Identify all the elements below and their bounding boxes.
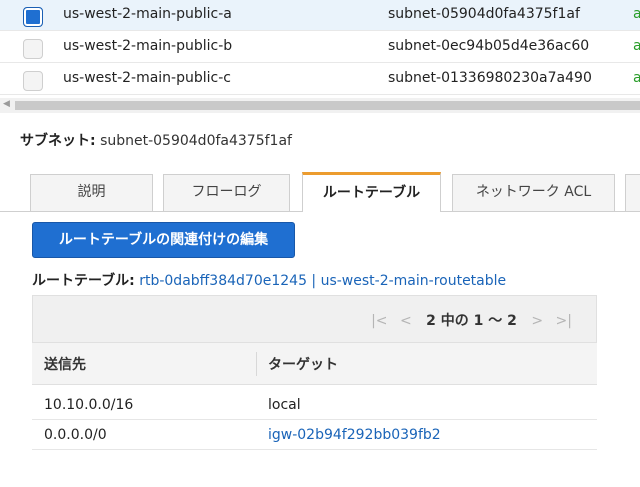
- route-destination: 0.0.0.0/0: [44, 427, 107, 443]
- route-table-label: ルートテーブル:: [32, 273, 135, 289]
- subnet-name: us-west-2-main-public-c: [63, 70, 231, 86]
- subnet-id: subnet-0ec94b05d4e36ac60: [388, 38, 590, 54]
- subnet-name: us-west-2-main-public-a: [63, 6, 232, 22]
- subnet-state-truncated: a: [633, 38, 640, 54]
- scrollbar-thumb[interactable]: [15, 101, 640, 110]
- tab-description[interactable]: 説明: [30, 174, 153, 211]
- column-header-destination[interactable]: 送信先: [44, 354, 86, 374]
- column-header-target[interactable]: ターゲット: [268, 354, 338, 374]
- subnet-heading-label: サブネット:: [20, 133, 96, 149]
- subnet-name: us-west-2-main-public-b: [63, 38, 233, 54]
- next-page-icon[interactable]: >: [531, 313, 543, 329]
- pagination-bar: |< < 2 中の 1 ～ 2 > >|: [32, 295, 597, 343]
- page-count: 2 中の 1 ～ 2: [426, 313, 517, 329]
- route-table-line: ルートテーブル: rtb-0dabff384d70e1245 | us-west…: [32, 270, 506, 290]
- pagination: |< < 2 中の 1 ～ 2 > >|: [367, 310, 576, 330]
- tab-flow-logs[interactable]: フローログ: [163, 174, 290, 211]
- table-row: 0.0.0.0/0 igw-02b94f292bb039fb2: [32, 420, 597, 450]
- subnet-id: subnet-01336980230a7a490: [388, 70, 592, 86]
- subnet-row[interactable]: us-west-2-main-public-b subnet-0ec94b05d…: [0, 32, 640, 63]
- column-divider[interactable]: [256, 352, 257, 376]
- tab-route-table[interactable]: ルートテーブル: [302, 172, 441, 212]
- table-header: 送信先 ターゲット: [32, 343, 597, 385]
- row-checkbox[interactable]: [23, 39, 43, 59]
- first-page-icon[interactable]: |<: [371, 313, 387, 329]
- route-target-link[interactable]: igw-02b94f292bb039fb2: [268, 427, 441, 443]
- edit-route-table-association-button[interactable]: ルートテーブルの関連付けの編集: [32, 222, 295, 258]
- table-row: 10.10.0.0/16 local: [32, 390, 597, 420]
- horizontal-scrollbar[interactable]: ◀: [0, 98, 640, 113]
- route-target: local: [268, 397, 301, 413]
- subnet-row[interactable]: us-west-2-main-public-a subnet-05904d0fa…: [0, 0, 640, 31]
- row-checkbox[interactable]: [23, 71, 43, 91]
- subnet-id: subnet-05904d0fa4375f1af: [388, 6, 580, 22]
- route-destination: 10.10.0.0/16: [44, 397, 134, 413]
- subnet-row[interactable]: us-west-2-main-public-c subnet-013369802…: [0, 64, 640, 95]
- scroll-left-icon[interactable]: ◀: [3, 99, 10, 109]
- prev-page-icon[interactable]: <: [400, 313, 412, 329]
- last-page-icon[interactable]: >|: [556, 313, 572, 329]
- subnet-heading-value: subnet-05904d0fa4375f1af: [100, 133, 292, 149]
- route-table-link[interactable]: rtb-0dabff384d70e1245 | us-west-2-main-r…: [139, 273, 506, 289]
- tab-network-acl[interactable]: ネットワーク ACL: [452, 174, 615, 211]
- subnet-state-truncated: a: [633, 6, 640, 22]
- row-checkbox[interactable]: [23, 7, 43, 27]
- subnet-state-truncated: a: [633, 70, 640, 86]
- tab-overflow[interactable]: [625, 174, 640, 211]
- selected-subnet-heading: サブネット: subnet-05904d0fa4375f1af: [20, 130, 292, 150]
